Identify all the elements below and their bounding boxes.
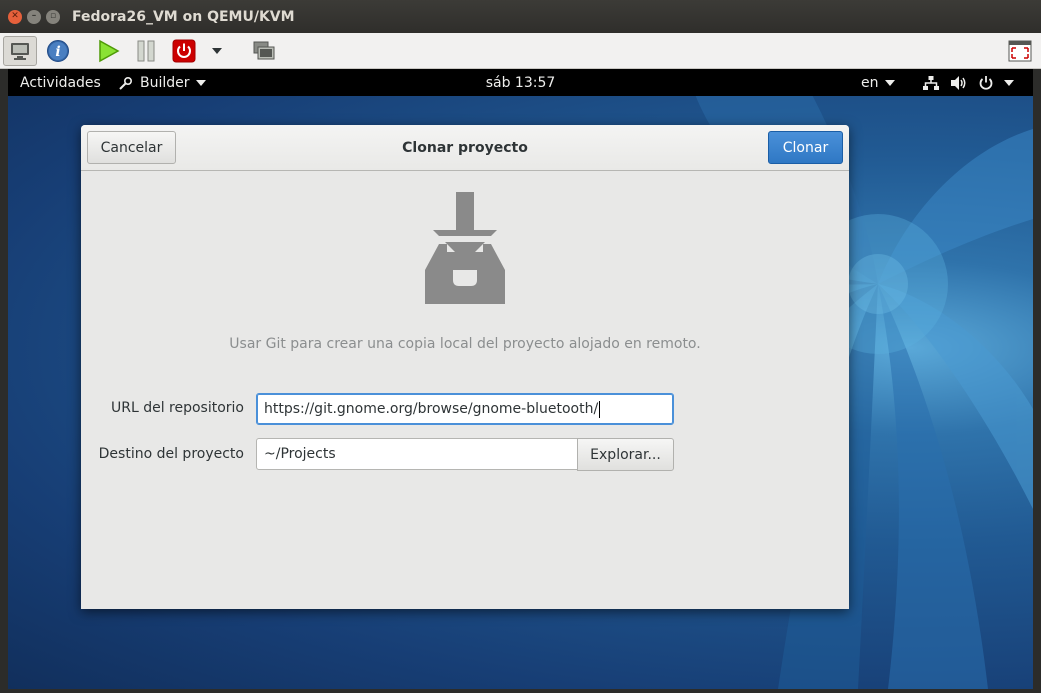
chevron-down-icon [1004,79,1014,86]
clone-button[interactable]: Clonar [768,131,843,164]
pause-icon [137,40,155,62]
repository-url-value: https://git.gnome.org/browse/gnome-bluet… [264,401,599,417]
clock[interactable]: sáb 13:57 [486,75,556,91]
system-menu[interactable] [922,69,1014,96]
close-icon[interactable]: ✕ [8,9,22,24]
vm-display[interactable]: Actividades Builder sáb 13:57 en Clonar … [8,69,1033,689]
shutdown-menu-chevron-icon [212,48,222,54]
fullscreen-button[interactable] [1006,36,1034,66]
window-bottom-border [0,689,1041,693]
fullscreen-icon [1008,40,1032,62]
svg-text:i: i [55,44,60,60]
run-icon [99,39,120,63]
window-title: Fedora26_VM on QEMU/KVM [72,8,295,25]
builder-app-icon [119,76,133,90]
details-icon: i [47,40,69,62]
snapshots-button[interactable] [250,36,278,66]
host-titlebar: ✕ – ▫ Fedora26_VM on QEMU/KVM [0,0,1041,33]
url-label: URL del repositorio [110,400,244,416]
shutdown-button[interactable] [170,36,198,66]
app-menu[interactable]: Builder [118,69,206,96]
input-source-menu[interactable]: en [861,69,895,96]
chevron-down-icon [884,79,895,86]
text-caret [599,400,601,418]
destination-label: Destino del proyecto [98,446,244,462]
project-destination-input[interactable]: ~/Projects [256,438,578,470]
chevron-down-icon [195,79,206,86]
app-menu-label: Builder [140,74,190,91]
cancel-button[interactable]: Cancelar [87,131,176,164]
project-destination-value: ~/Projects [264,446,336,462]
dialog-headerbar: Clonar proyecto Cancelar Clonar [81,125,849,171]
maximize-icon[interactable]: ▫ [46,9,60,24]
download-to-tray-icon [425,192,505,304]
clone-project-dialog: Clonar proyecto Cancelar Clonar Usar Git… [81,125,849,609]
snapshots-icon [253,41,275,60]
run-button[interactable] [94,36,122,66]
pause-button[interactable] [132,36,160,66]
vm-toolbar: i [0,33,1041,69]
window-controls: ✕ – ▫ [8,9,60,24]
console-icon [11,43,29,60]
dialog-description: Usar Git para crear una copia local del … [229,336,701,352]
browse-button[interactable]: Explorar... [577,438,674,471]
dialog-title: Clonar proyecto [402,140,528,156]
minimize-icon[interactable]: – [27,9,41,24]
repository-url-input[interactable]: https://git.gnome.org/browse/gnome-bluet… [256,393,674,425]
volume-icon [951,75,966,90]
network-icon [923,75,939,90]
shutdown-icon [172,39,196,63]
input-source-label: en [861,74,879,91]
details-button[interactable]: i [44,36,72,66]
power-icon [979,75,993,90]
gnome-top-bar: Actividades Builder sáb 13:57 en [8,69,1033,96]
activities-button[interactable]: Actividades [20,69,101,96]
console-button[interactable] [3,36,37,66]
shutdown-menu-button[interactable] [208,36,226,66]
